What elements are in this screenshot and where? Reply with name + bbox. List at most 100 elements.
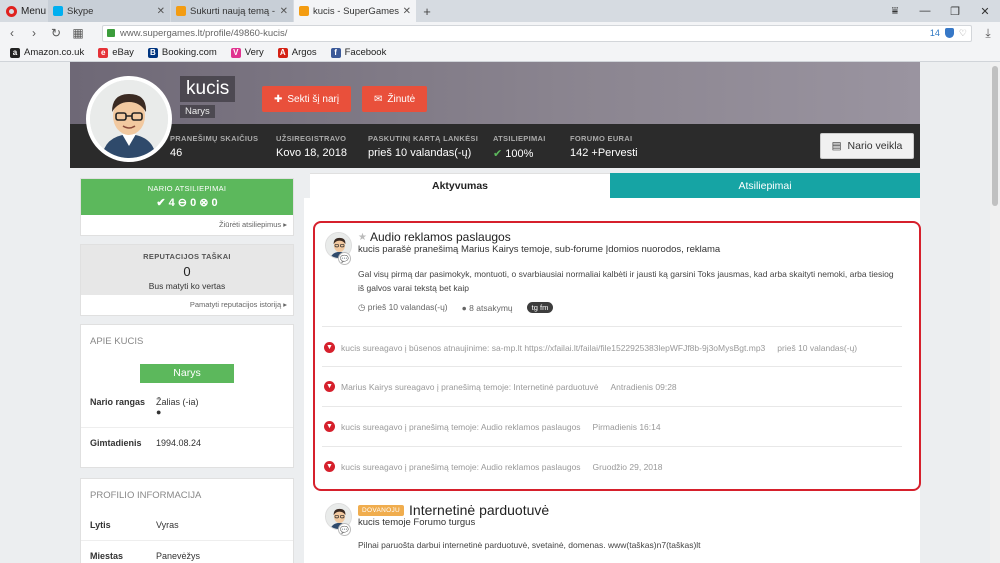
tab-new-topic[interactable]: Sukurti naują temą - SuperG... ✕	[171, 0, 293, 22]
stat-forum-euros: FORUMO EURAI 142 +Pervesti	[570, 134, 638, 159]
about-card: APIE KUCIS Narys Nario rangas Žalias (-i…	[80, 324, 294, 468]
message-button[interactable]: ✉ Žinutė	[362, 86, 428, 112]
tab-skype[interactable]: Skype ✕	[48, 0, 170, 22]
check-circle-icon: ✔	[493, 148, 503, 160]
comments-icon: 💬	[338, 523, 351, 536]
member-activity-button[interactable]: ▤ Nario veikla	[820, 133, 914, 159]
divider	[322, 326, 902, 327]
speed-dial-icon[interactable]: ▦	[72, 26, 84, 40]
download-icon[interactable]: ⤓	[982, 26, 994, 41]
supergames-favicon-icon	[176, 6, 186, 16]
tab-feedback[interactable]: Atsiliepimai	[610, 173, 920, 198]
feedback-counts: ✔ 4 ⊖ 0 ⊗ 0	[81, 196, 293, 209]
follow-button[interactable]: ✚ Sekti šį narį	[262, 86, 352, 112]
bookmark-booking[interactable]: B Booking.com	[147, 47, 217, 58]
post-time: ◷ prieš 10 valandas(-ų)	[358, 302, 448, 313]
reputation-history-link[interactable]: Pamatyti reputacijos istoriją ▸	[81, 295, 293, 314]
minimize-icon[interactable]: —	[910, 5, 940, 17]
reputation-card: REPUTACIJOS TAŠKAI 0 Bus matyti ko verta…	[80, 244, 294, 316]
reload-icon[interactable]: ↻	[50, 26, 62, 40]
post-title[interactable]: ★ Audio reklamos paslaugos	[358, 230, 511, 244]
tab-close-icon[interactable]: ✕	[280, 6, 288, 17]
restore-icon[interactable]: ❐	[940, 5, 970, 18]
browser-menu-button[interactable]: Menu	[0, 0, 48, 22]
row-value: Žalias (-ia) ●	[156, 397, 199, 417]
lock-icon	[107, 29, 115, 37]
post-title[interactable]: DOVANOJU Internetinė parduotuvė	[358, 502, 549, 518]
reputation-heading: REPUTACIJOS TAŠKAI	[143, 252, 231, 261]
post-tag[interactable]: tg fm	[526, 302, 554, 313]
stat-last-visit: PASKUTINĮ KARTĄ LANKĖSI prieš 10 valanda…	[368, 134, 478, 159]
page-scrollbar[interactable]	[990, 62, 1000, 563]
close-window-icon[interactable]: ✕	[970, 5, 1000, 18]
stat-feedback: ATSILIEPIMAI ✔ 100%	[493, 134, 546, 160]
stat-label: ATSILIEPIMAI	[493, 134, 546, 143]
bookmarks-bar: a Amazon.co.uk e eBay B Booking.com V Ve…	[0, 44, 1000, 62]
bookmark-label: Very	[244, 47, 264, 58]
booking-icon: B	[147, 47, 158, 58]
stat-value-row: ✔ 100%	[493, 147, 546, 160]
positive-icon: ✔	[156, 197, 166, 209]
activity-item[interactable]: ▼ kucis sureagavo į būsenos atnaujinime:…	[324, 342, 857, 353]
profile-avatar[interactable]	[86, 76, 172, 162]
stat-label: PRANEŠIMŲ SKAIČIUS	[170, 134, 259, 143]
avatar-cartoon-icon	[90, 80, 168, 158]
activity-text: Marius Kairys sureagavo į pranešimą temo…	[341, 381, 599, 392]
browser-tab-bar: Menu Skype ✕ Sukurti naują temą - SuperG…	[0, 0, 1000, 22]
tab-label: kucis - SuperGames.lt - Lie...	[313, 5, 399, 17]
post-replies[interactable]: ● 8 atsakymų	[462, 303, 513, 313]
activity-time: Pirmadienis 16:14	[592, 421, 661, 432]
about-row-rank: Nario rangas Žalias (-ia) ●	[81, 397, 293, 417]
stat-value: prieš 10 valandas(-ų)	[368, 147, 472, 159]
bookmark-very[interactable]: V Very	[230, 47, 264, 58]
bookmark-facebook[interactable]: f Facebook	[330, 47, 386, 58]
tab-close-icon[interactable]: ✕	[403, 6, 411, 17]
stat-label: FORUMO EURAI	[570, 134, 633, 143]
post-title-text: Internetinė parduotuvė	[409, 502, 550, 518]
add-user-icon: ✚	[274, 93, 283, 105]
feedback-card: NARIO ATSILIEPIMAI ✔ 4 ⊖ 0 ⊗ 0 Žiūrėti a…	[80, 178, 294, 236]
opera-logo-icon	[6, 5, 17, 17]
divider	[81, 427, 293, 428]
post-body: Gal visų pirmą dar pasimokyk, montuoti, …	[358, 269, 894, 293]
bookmark-ebay[interactable]: e eBay	[98, 47, 134, 58]
tab-menu-icon[interactable]: ⩸	[880, 5, 910, 18]
neutral-count: 0	[190, 197, 197, 209]
argos-icon: A	[277, 47, 288, 58]
tab-activity[interactable]: Aktyvumas	[310, 173, 610, 198]
info-row-city: Miestas Panevėžys	[81, 551, 293, 561]
activity-item[interactable]: ▼ kucis sureagavo į pranešimą temoje: Au…	[324, 461, 663, 472]
scrollbar-thumb[interactable]	[992, 66, 998, 206]
reaction-down-icon: ▼	[324, 381, 335, 392]
activity-item[interactable]: ▼ kucis sureagavo į pranešimą temoje: Au…	[324, 421, 661, 432]
tab-profile[interactable]: kucis - SuperGames.lt - Lie... ✕	[294, 0, 416, 22]
row-key: Miestas	[90, 551, 124, 561]
bookmark-amazon[interactable]: a Amazon.co.uk	[10, 47, 84, 58]
bookmark-argos[interactable]: A Argos	[277, 47, 317, 58]
post-meta: ◷ prieš 10 valandas(-ų) ● 8 atsakymų tg …	[358, 302, 554, 313]
time-text: prieš 10 valandas(-ų)	[367, 302, 448, 312]
bookmark-heart-icon[interactable]: ♡	[959, 28, 967, 39]
bookmark-label: eBay	[112, 47, 134, 58]
rank-badge: Narys	[140, 364, 234, 383]
activity-text: kucis sureagavo į pranešimą temoje: Audi…	[341, 421, 581, 432]
row-key: Lytis	[90, 520, 111, 530]
activity-item[interactable]: ▼ Marius Kairys sureagavo į pranešimą te…	[324, 381, 677, 392]
view-feedback-link[interactable]: Žiūrėti atsiliepimus ▸	[81, 215, 293, 234]
stat-value: 46	[170, 147, 183, 159]
forward-icon[interactable]: ›	[28, 26, 40, 40]
activity-time: Antradienis 09:28	[610, 381, 677, 392]
tab-close-icon[interactable]: ✕	[157, 6, 165, 17]
reputation-summary: REPUTACIJOS TAŠKAI 0 Bus matyti ko verta…	[81, 245, 293, 295]
post-title-text: Audio reklamos paslaugos	[369, 230, 511, 244]
ebay-icon: e	[98, 47, 109, 58]
url-input[interactable]: www.supergames.lt/profile/49860-kucis/ 1…	[102, 24, 972, 42]
new-tab-button[interactable]: +	[417, 0, 437, 22]
post-subtitle: kucis parašė pranešimą Marius Kairys tem…	[358, 244, 721, 255]
shield-icon[interactable]	[944, 28, 954, 38]
star-icon: ★	[358, 231, 367, 243]
skype-icon	[53, 6, 63, 16]
feedback-heading: NARIO ATSILIEPIMAI	[147, 184, 227, 193]
activity-text: kucis sureagavo į būsenos atnaujinime: s…	[341, 342, 766, 353]
back-icon[interactable]: ‹	[6, 26, 18, 40]
